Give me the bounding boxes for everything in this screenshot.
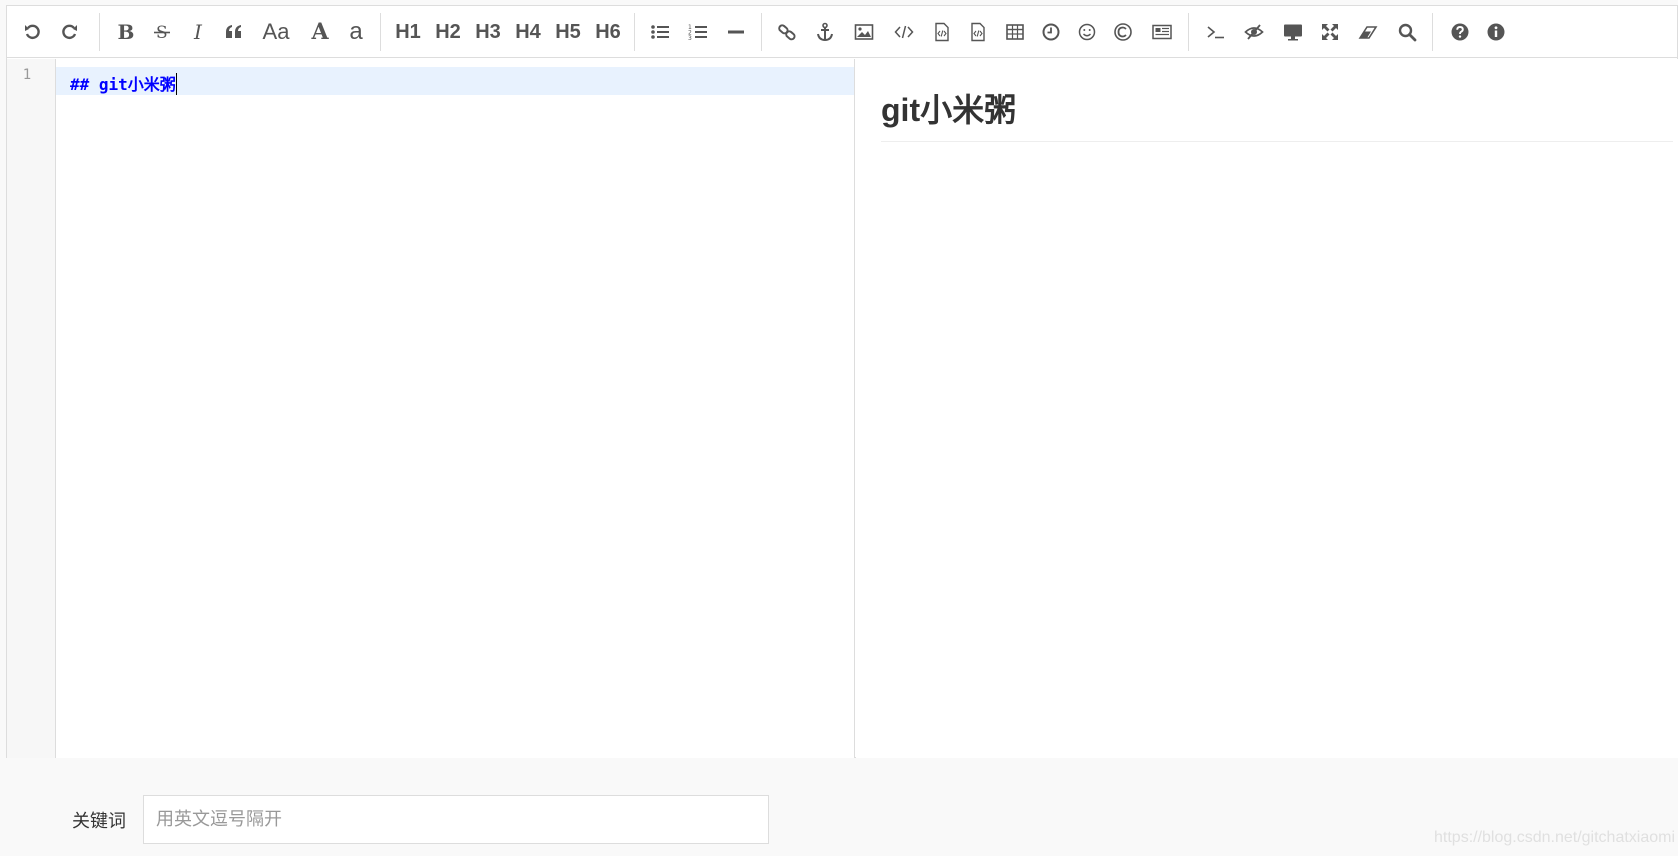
editor-toolbar: B S I Aa A a H1 H2 H3 H4 H5 H6 123: [7, 6, 1677, 58]
toolbar-divider: [634, 13, 635, 51]
terminal-icon[interactable]: [1199, 15, 1233, 49]
image-icon[interactable]: [847, 15, 881, 49]
help-icon[interactable]: [1443, 15, 1477, 49]
watermark: https://blog.csdn.net/gitchatxiaomi: [1434, 829, 1676, 846]
preview-heading: git小米粥: [881, 85, 1673, 142]
uppercase-icon[interactable]: A: [300, 15, 340, 49]
line-number-gutter: 1: [7, 59, 56, 758]
table-icon[interactable]: [998, 15, 1032, 49]
code-icon[interactable]: [887, 15, 921, 49]
link-icon[interactable]: [770, 15, 804, 49]
toolbar-divider: [1432, 13, 1433, 51]
bold-icon[interactable]: B: [106, 15, 146, 49]
info-icon[interactable]: [1479, 15, 1513, 49]
h1-button[interactable]: H1: [388, 15, 428, 49]
unwatch-icon[interactable]: [1237, 15, 1271, 49]
code-editor[interactable]: ## git小米粥: [56, 59, 855, 758]
code-block-icon[interactable]: [961, 15, 995, 49]
italic-icon[interactable]: I: [178, 15, 218, 49]
pagebreak-icon[interactable]: [1145, 15, 1179, 49]
preformatted-code-icon[interactable]: [925, 15, 959, 49]
code-line[interactable]: ## git小米粥: [70, 71, 177, 95]
lowercase-icon[interactable]: a: [336, 15, 376, 49]
emoji-icon[interactable]: [1070, 15, 1104, 49]
datetime-icon[interactable]: [1034, 15, 1068, 49]
quote-icon[interactable]: [217, 15, 251, 49]
toolbar-divider: [761, 13, 762, 51]
html-entities-icon[interactable]: [1106, 15, 1140, 49]
text-cursor: [175, 73, 177, 95]
fullscreen-icon[interactable]: [1313, 15, 1347, 49]
h2-button[interactable]: H2: [428, 15, 468, 49]
keywords-label: 关键词: [72, 811, 126, 831]
svg-text:3: 3: [688, 35, 692, 42]
search-icon[interactable]: [1390, 15, 1424, 49]
preview-pane: git小米粥: [856, 59, 1678, 758]
uppercase-first-icon[interactable]: Aa: [256, 15, 296, 49]
undo-icon[interactable]: [16, 15, 50, 49]
h4-button[interactable]: H4: [508, 15, 548, 49]
anchor-icon[interactable]: [808, 15, 842, 49]
keywords-input[interactable]: [143, 795, 769, 844]
horizontal-rule-icon[interactable]: [719, 15, 753, 49]
markdown-editor: B S I Aa A a H1 H2 H3 H4 H5 H6 123 1 ## …: [6, 5, 1678, 758]
unordered-list-icon[interactable]: [643, 15, 677, 49]
code-line-text: ## git小米粥: [70, 75, 176, 94]
h6-button[interactable]: H6: [588, 15, 628, 49]
line-number: 1: [22, 67, 32, 83]
clear-icon[interactable]: [1351, 15, 1385, 49]
ordered-list-icon[interactable]: 123: [681, 15, 715, 49]
toolbar-divider: [99, 13, 100, 51]
h3-button[interactable]: H3: [468, 15, 508, 49]
toolbar-divider: [1188, 13, 1189, 51]
redo-icon[interactable]: [52, 15, 86, 49]
strikethrough-icon[interactable]: S: [145, 15, 179, 49]
preview-icon[interactable]: [1276, 15, 1310, 49]
toolbar-divider: [380, 13, 381, 51]
h5-button[interactable]: H5: [548, 15, 588, 49]
